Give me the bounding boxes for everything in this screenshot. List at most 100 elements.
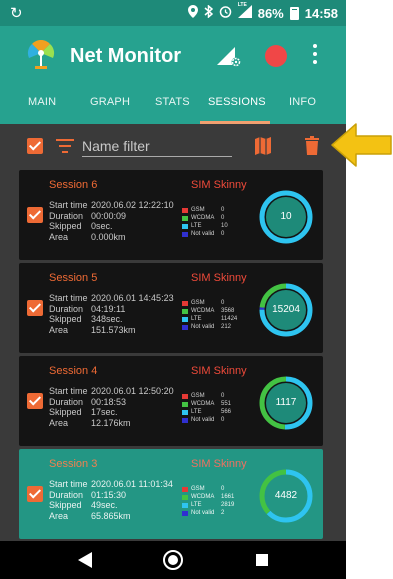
clock: 14:58 xyxy=(304,5,338,21)
wcdma-swatch xyxy=(182,308,188,314)
gsm-swatch xyxy=(182,207,188,213)
skipped-label: Skipped xyxy=(49,314,82,324)
not-valid-swatch xyxy=(182,417,188,423)
duration-label: Duration xyxy=(49,210,84,221)
more-vert-icon[interactable] xyxy=(312,44,318,68)
tab-graph[interactable]: GRAPH xyxy=(90,96,130,108)
battery-percent: 86% xyxy=(257,5,284,21)
network-label: LTE xyxy=(237,2,247,8)
sim-name: SIM Skinny xyxy=(191,179,247,191)
area-label: Area xyxy=(49,324,69,335)
tab-main[interactable]: MAIN xyxy=(28,96,56,108)
lte-swatch xyxy=(182,502,188,508)
alarm-icon xyxy=(219,5,232,21)
lte-swatch xyxy=(182,223,188,229)
session-checkbox[interactable] xyxy=(27,300,43,316)
start-time-label: Start time xyxy=(49,200,88,210)
lte-count: 11424 xyxy=(221,316,238,322)
lte-count: 2819 xyxy=(221,502,235,508)
recents-icon[interactable] xyxy=(256,554,268,566)
session-info: Start time 2020.06.01 12:50:20 Duration 00… xyxy=(49,386,174,428)
location-icon xyxy=(187,5,198,21)
session-name: Session 6 xyxy=(49,179,98,191)
wcdma-count: 0 xyxy=(221,215,225,221)
network-legend: GSM 0 WCDMA 1661 LTE 2819 Not valid 2 xyxy=(182,485,234,517)
tab-sessions[interactable]: SESSIONS xyxy=(208,96,266,108)
wcdma-label: WCDMA xyxy=(191,215,215,221)
gsm-swatch xyxy=(182,393,188,399)
trash-icon[interactable] xyxy=(305,136,319,155)
session-card[interactable]: Session 6 SIM Skinny Start time 2020.06.0… xyxy=(19,170,323,260)
session-info: Start time 2020.06.02 12:22:10 Duration 00… xyxy=(49,200,174,242)
start-time-value: 2020.06.01 14:45:23 xyxy=(91,293,174,303)
wcdma-label: WCDMA xyxy=(191,494,215,500)
skipped-label: Skipped xyxy=(49,500,82,510)
area-value: 12.176km xyxy=(91,417,131,428)
home-icon[interactable] xyxy=(163,550,183,570)
session-name: Session 5 xyxy=(49,272,98,284)
session-info: Start time 2020.06.01 14:45:23 Duration 04… xyxy=(49,293,174,335)
map-icon[interactable] xyxy=(255,137,271,155)
not-valid-swatch xyxy=(182,324,188,330)
not-valid-count: 0 xyxy=(221,231,225,237)
lte-label: LTE xyxy=(191,502,202,508)
wcdma-swatch xyxy=(182,215,188,221)
gsm-swatch xyxy=(182,486,188,492)
signal-settings-icon[interactable] xyxy=(217,45,241,67)
network-legend: GSM 0 WCDMA 551 LTE 566 Not valid 0 xyxy=(182,392,231,424)
antenna-logo-icon xyxy=(27,40,55,69)
donut-total: 1117 xyxy=(275,397,297,408)
lte-count: 10 xyxy=(221,223,228,229)
gsm-label: GSM xyxy=(191,300,205,306)
gsm-count: 0 xyxy=(221,393,225,399)
gsm-count: 0 xyxy=(221,207,225,213)
start-time-value: 2020.06.02 12:22:10 xyxy=(91,200,174,210)
skipped-value: 348sec. xyxy=(91,314,123,324)
not-valid-count: 0 xyxy=(221,417,225,423)
sync-icon: ↻ xyxy=(10,5,23,22)
area-value: 151.573km xyxy=(91,324,136,335)
tab-stats[interactable]: STATS xyxy=(155,96,190,108)
session-card[interactable]: Session 5 SIM Skinny Start time 2020.06.0… xyxy=(19,263,323,353)
system-nav-bar xyxy=(0,541,346,579)
skipped-label: Skipped xyxy=(49,407,82,417)
start-time-label: Start time xyxy=(49,293,88,303)
select-all-checkbox[interactable] xyxy=(27,138,43,154)
name-filter-input[interactable] xyxy=(82,135,232,157)
session-card[interactable]: Session 4 SIM Skinny Start time 2020.06.0… xyxy=(19,356,323,446)
session-checkbox[interactable] xyxy=(27,207,43,223)
session-card[interactable]: Session 3 SIM Skinny Start time 2020.06.0… xyxy=(19,449,323,539)
donut-total: 10 xyxy=(280,211,292,222)
not-valid-label: Not valid xyxy=(191,231,215,237)
gsm-count: 0 xyxy=(221,486,225,492)
skipped-value: 0sec. xyxy=(91,221,113,231)
duration-label: Duration xyxy=(49,489,84,500)
lte-swatch xyxy=(182,409,188,415)
tab-info[interactable]: INFO xyxy=(289,96,316,108)
sim-name: SIM Skinny xyxy=(191,365,247,377)
skipped-value: 17sec. xyxy=(91,407,118,417)
back-icon[interactable] xyxy=(78,552,92,568)
session-name: Session 3 xyxy=(49,458,98,470)
app-title: Net Monitor xyxy=(70,45,182,67)
duration-value: 00:18:53 xyxy=(91,396,127,407)
filter-icon[interactable] xyxy=(56,139,74,153)
start-time-value: 2020.06.01 12:50:20 xyxy=(91,386,174,396)
skipped-value: 49sec. xyxy=(91,500,118,510)
not-valid-count: 212 xyxy=(221,324,232,330)
wcdma-swatch xyxy=(182,401,188,407)
session-checkbox[interactable] xyxy=(27,393,43,409)
area-label: Area xyxy=(49,510,69,521)
lte-label: LTE xyxy=(191,223,202,229)
app-toolbar: Net Monitor xyxy=(0,26,346,88)
lte-label: LTE xyxy=(191,409,202,415)
duration-label: Duration xyxy=(49,396,84,407)
session-checkbox[interactable] xyxy=(27,486,43,502)
tab-bar: MAIN GRAPH STATS SESSIONS INFO xyxy=(0,88,346,124)
gsm-swatch xyxy=(182,300,188,306)
record-icon[interactable] xyxy=(265,45,287,67)
session-info: Start time 2020.06.01 11:01:34 Duration 01… xyxy=(49,479,173,521)
start-time-label: Start time xyxy=(49,386,88,396)
duration-value: 01:15:30 xyxy=(91,489,127,500)
area-label: Area xyxy=(49,417,69,428)
